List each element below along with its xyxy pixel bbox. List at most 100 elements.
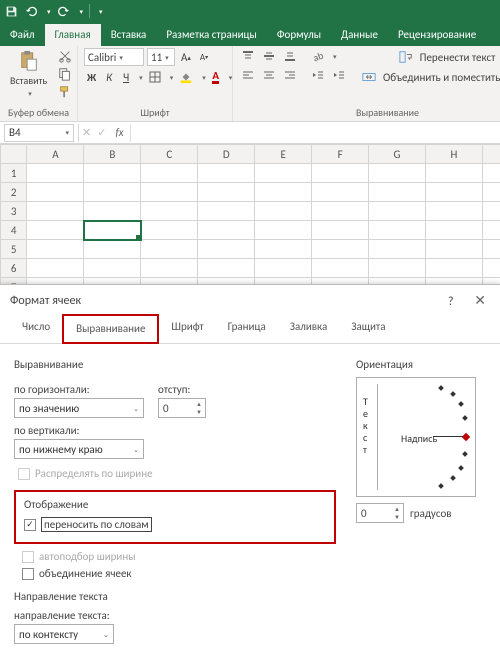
qat-customize-icon[interactable]: ▾ <box>99 7 103 16</box>
dialog-tab-fill[interactable]: Заливка <box>278 314 340 343</box>
tab-page-layout[interactable]: Разметка страницы <box>156 24 267 46</box>
cancel-formula-button[interactable]: ✕ <box>79 125 94 141</box>
indent-spinner[interactable]: 0 ▲▼ <box>158 398 206 418</box>
dialog-help-button[interactable]: ? <box>448 295 454 309</box>
merge-cells-checkbox[interactable]: объединение ячеек <box>22 567 336 580</box>
increase-indent-button[interactable] <box>330 67 348 83</box>
borders-caret-icon[interactable]: ▾ <box>170 73 174 82</box>
ribbon-group-alignment: ab ▾ Перенести текст <box>233 46 500 121</box>
wrap-text-checkbox[interactable]: ✓ переносить по словам <box>24 517 326 532</box>
italic-button[interactable]: К <box>102 69 116 85</box>
undo-caret-icon[interactable]: ▾ <box>47 7 51 16</box>
spinner-down-icon[interactable]: ▼ <box>193 408 205 416</box>
decrease-indent-button[interactable] <box>309 67 327 83</box>
paste-icon <box>17 50 41 72</box>
orientation-control[interactable]: Т е к с т Надпись <box>356 377 476 497</box>
col-header[interactable]: A <box>27 145 84 164</box>
dialog-tab-number[interactable]: Число <box>10 314 62 343</box>
bold-button[interactable]: Ж <box>84 69 99 85</box>
align-top-button[interactable] <box>239 48 257 64</box>
align-bottom-button[interactable] <box>281 48 299 64</box>
col-header[interactable]: F <box>312 145 369 164</box>
selected-cell[interactable] <box>84 221 141 240</box>
fx-icon[interactable]: fx <box>109 126 129 139</box>
grow-font-button[interactable]: A▴ <box>178 49 194 65</box>
col-header[interactable]: C <box>141 145 198 164</box>
font-color-button[interactable]: A <box>209 69 223 85</box>
row-header[interactable]: 5 <box>1 240 27 259</box>
format-painter-icon <box>58 85 72 99</box>
col-header[interactable]: H <box>426 145 483 164</box>
row-header[interactable]: 3 <box>1 202 27 221</box>
shrink-font-button[interactable]: A▾ <box>197 49 211 65</box>
fill-caret-icon[interactable]: ▾ <box>202 73 206 82</box>
paste-button[interactable]: Вставить ▾ <box>6 48 51 100</box>
row-header[interactable]: 1 <box>1 164 27 183</box>
dialog-tab-protection[interactable]: Защита <box>339 314 397 343</box>
chevron-down-icon: ⌄ <box>103 630 109 639</box>
col-header[interactable]: I <box>482 145 500 164</box>
indent-label: отступ: <box>158 383 206 396</box>
underline-caret-icon[interactable]: ▾ <box>139 73 143 82</box>
name-box[interactable]: B4 ▾ <box>4 124 74 142</box>
dialog-close-button[interactable]: ✕ <box>470 292 490 309</box>
save-icon[interactable] <box>4 4 18 18</box>
row-header[interactable]: 4 <box>1 221 27 240</box>
col-header[interactable]: G <box>369 145 426 164</box>
vert-align-select[interactable]: по нижнему краю ⌄ <box>14 439 144 459</box>
horiz-align-select[interactable]: по значению ⌄ <box>14 398 144 418</box>
tab-file[interactable]: Файл <box>0 24 45 46</box>
horiz-align-value: по значению <box>19 402 79 415</box>
spreadsheet-grid[interactable]: A B C D E F G H I 1 2 3 4 5 6 7 <box>0 144 500 297</box>
dialog-tab-alignment[interactable]: Выравнивание <box>62 314 159 344</box>
degrees-spinner[interactable]: 0 ▲▼ <box>356 503 404 523</box>
copy-button[interactable] <box>55 66 75 82</box>
select-all-corner[interactable] <box>1 145 27 164</box>
format-painter-button[interactable] <box>55 84 75 100</box>
tab-review[interactable]: Рецензирование <box>388 24 486 46</box>
spinner-up-icon[interactable]: ▲ <box>391 505 403 513</box>
redo-caret-icon[interactable]: ▾ <box>80 7 84 16</box>
tab-home[interactable]: Главная <box>45 24 101 46</box>
redo-icon[interactable] <box>57 4 71 18</box>
section-alignment-label: Выравнивание <box>14 358 336 371</box>
font-color-caret-icon[interactable]: ▾ <box>229 73 233 82</box>
tab-formulas[interactable]: Формулы <box>267 24 331 46</box>
orientation-caret-icon[interactable]: ▾ <box>333 52 337 61</box>
underline-button[interactable]: Ч <box>119 69 133 85</box>
row-header[interactable]: 2 <box>1 183 27 202</box>
spinner-up-icon[interactable]: ▲ <box>193 400 205 408</box>
orientation-button[interactable]: ab <box>309 48 327 64</box>
formula-input[interactable] <box>130 124 500 142</box>
orientation-dial[interactable] <box>409 384 469 492</box>
indent-value: 0 <box>159 402 193 415</box>
row-header[interactable]: 6 <box>1 259 27 278</box>
tab-data[interactable]: Данные <box>331 24 388 46</box>
align-center-icon <box>263 69 275 81</box>
fill-color-button[interactable] <box>176 69 196 85</box>
dialog-tab-border[interactable]: Граница <box>216 314 278 343</box>
col-header[interactable]: D <box>198 145 255 164</box>
spinner-down-icon[interactable]: ▼ <box>391 513 403 521</box>
wrap-text-button[interactable]: Перенести текст <box>358 48 500 66</box>
font-name-select[interactable]: Calibri▾ <box>84 48 144 66</box>
section-orientation-label: Ориентация <box>356 358 486 371</box>
tab-insert[interactable]: Вставка <box>101 24 157 46</box>
col-header[interactable]: E <box>255 145 312 164</box>
col-header[interactable]: B <box>84 145 141 164</box>
font-size-select[interactable]: 11▾ <box>147 48 175 66</box>
align-center-button[interactable] <box>260 67 278 83</box>
ribbon-group-clipboard: Вставить ▾ Буфер обмена <box>0 46 78 121</box>
merge-cells-label: объединение ячеек <box>39 567 132 580</box>
align-middle-button[interactable] <box>260 48 278 64</box>
borders-button[interactable] <box>146 69 164 85</box>
align-left-button[interactable] <box>239 67 257 83</box>
text-direction-select[interactable]: по контексту ⌄ <box>14 624 114 644</box>
dialog-tab-font[interactable]: Шрифт <box>159 314 215 343</box>
enter-formula-button[interactable]: ✓ <box>94 125 109 141</box>
merge-center-button[interactable]: Объединить и поместить в цент <box>358 68 500 86</box>
cut-button[interactable] <box>55 48 75 64</box>
font-name-value: Calibri <box>88 51 116 64</box>
align-right-button[interactable] <box>281 67 299 83</box>
undo-icon[interactable] <box>24 4 38 18</box>
